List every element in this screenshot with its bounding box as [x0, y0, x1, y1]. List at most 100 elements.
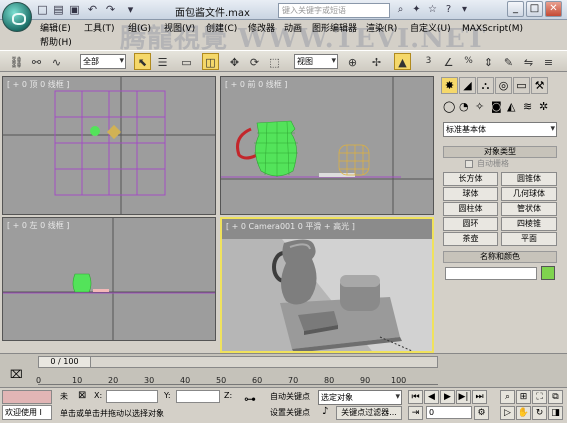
pivot-center-icon[interactable]: ⊕	[344, 53, 361, 70]
pan-icon[interactable]: ✋	[516, 406, 531, 420]
zoom-extents-all-icon[interactable]: ⧉	[548, 390, 563, 404]
welcome-field[interactable]: 欢迎使用 I	[2, 405, 52, 420]
torus-button[interactable]: 圆环	[443, 217, 498, 231]
maximize-button[interactable]: □	[526, 1, 543, 17]
unlink-icon[interactable]: ⚯	[28, 53, 45, 70]
help-icon[interactable]: ?	[442, 3, 455, 16]
key-mode-toggle-icon[interactable]: ⇥	[408, 406, 423, 420]
menu-edit[interactable]: 编辑(E)	[40, 22, 71, 36]
key-icon[interactable]: ⊶	[244, 392, 256, 406]
space-warps-icon[interactable]: ≋	[523, 100, 532, 113]
menu-graph-editors[interactable]: 图形编辑器	[312, 22, 357, 36]
menu-create[interactable]: 创建(C)	[206, 22, 237, 36]
auto-key-button[interactable]: 自动关键点	[270, 390, 316, 404]
next-frame-icon[interactable]: ▶|	[456, 390, 471, 404]
menu-maxscript[interactable]: MAXScript(M)	[462, 22, 523, 36]
helpers-icon[interactable]: ◭	[507, 100, 515, 113]
select-object-icon[interactable]: ⬉	[134, 53, 151, 70]
create-tab-icon[interactable]: ✸	[441, 77, 458, 94]
menu-animation[interactable]: 动画	[284, 22, 302, 36]
play-icon[interactable]: ▶	[440, 390, 455, 404]
mini-curve-editor-icon[interactable]: ⌧	[10, 368, 23, 381]
time-slider[interactable]: 0 / 100	[38, 356, 438, 368]
primitive-category-dropdown[interactable]: 标准基本体	[443, 122, 557, 137]
pyramid-button[interactable]: 四棱锥	[501, 217, 557, 231]
minimize-button[interactable]: _	[507, 1, 524, 17]
key-filters-button[interactable]: 关键点过滤器...	[336, 406, 402, 420]
shapes-icon[interactable]: ◔	[459, 100, 469, 113]
menu-views[interactable]: 视图(V)	[164, 22, 195, 36]
rectangular-selection-icon[interactable]: ▭	[178, 53, 195, 70]
hierarchy-tab-icon[interactable]: ⛬	[477, 77, 494, 94]
viewport-left[interactable]: [ + 0 左 0 线框 ]	[2, 217, 216, 341]
time-configuration-icon[interactable]: ⚙	[474, 406, 489, 420]
search-icon[interactable]: ⌕	[394, 3, 407, 16]
cone-button[interactable]: 圆锥体	[501, 172, 557, 186]
plane-button[interactable]: 平面	[501, 232, 557, 246]
undo-icon[interactable]: ↶	[86, 3, 99, 16]
star-icon[interactable]: ☆	[426, 3, 439, 16]
select-manipulate-icon[interactable]: ✢	[368, 53, 385, 70]
select-by-name-icon[interactable]: ☰	[154, 53, 171, 70]
selection-filter-dropdown[interactable]: 全部	[80, 54, 126, 69]
select-link-icon[interactable]: ⛓	[8, 53, 25, 70]
previous-frame-icon[interactable]: ◀	[424, 390, 439, 404]
set-key-icon[interactable]: ♪	[322, 406, 328, 417]
viewport-top[interactable]: [ + 0 顶 0 线框 ]	[2, 76, 216, 215]
angle-snap-icon[interactable]: ∠	[440, 53, 457, 70]
zoom-icon[interactable]: ⌕	[500, 390, 515, 404]
utilities-tab-icon[interactable]: ⚒	[531, 77, 548, 94]
modify-tab-icon[interactable]: ◢	[459, 77, 476, 94]
box-button[interactable]: 长方体	[443, 172, 498, 186]
tube-button[interactable]: 管状体	[501, 202, 557, 216]
redo-icon[interactable]: ↷	[104, 3, 117, 16]
menu-customize[interactable]: 自定义(U)	[410, 22, 451, 36]
spinner-snap-icon[interactable]: ⇕	[480, 53, 497, 70]
time-slider-thumb[interactable]: 0 / 100	[39, 357, 91, 367]
keyboard-shortcut-override-icon[interactable]: ▲	[394, 53, 411, 70]
go-to-end-icon[interactable]: ⏭	[472, 390, 487, 404]
object-color-swatch[interactable]	[541, 266, 555, 280]
new-file-icon[interactable]: □	[36, 3, 49, 16]
object-type-rollout-header[interactable]: 对象类型	[443, 146, 557, 158]
mirror-icon[interactable]: ⇋	[520, 53, 537, 70]
autogrid-checkbox[interactable]	[465, 160, 473, 168]
y-coordinate-input[interactable]	[176, 390, 220, 403]
sphere-button[interactable]: 球体	[443, 187, 498, 201]
menu-rendering[interactable]: 渲染(R)	[366, 22, 397, 36]
select-move-icon[interactable]: ✥	[226, 53, 243, 70]
teapot-button[interactable]: 茶壶	[443, 232, 498, 246]
maxscript-listener-mini[interactable]	[2, 390, 52, 404]
name-color-rollout-header[interactable]: 名称和颜色	[443, 251, 557, 263]
open-file-icon[interactable]: ▤	[52, 3, 65, 16]
lights-icon[interactable]: ✧	[475, 100, 484, 113]
app-logo-icon[interactable]	[2, 2, 32, 32]
viewport-front[interactable]: [ + 0 前 0 线框 ]	[220, 76, 434, 215]
field-of-view-icon[interactable]: ▷	[500, 406, 515, 420]
menu-help[interactable]: 帮助(H)	[40, 36, 72, 50]
community-icon[interactable]: ✦	[410, 3, 423, 16]
reference-coord-dropdown[interactable]: 视图	[294, 54, 338, 69]
maximize-viewport-icon[interactable]: ◨	[548, 406, 563, 420]
save-file-icon[interactable]: ▣	[68, 3, 81, 16]
quick-access-dropdown-icon[interactable]: ▾	[124, 3, 137, 16]
motion-tab-icon[interactable]: ◎	[495, 77, 512, 94]
menu-tools[interactable]: 工具(T)	[84, 22, 115, 36]
object-name-input[interactable]	[445, 267, 537, 280]
cameras-icon[interactable]: ◙	[491, 100, 502, 113]
named-selection-icon[interactable]: ✎	[500, 53, 517, 70]
zoom-all-icon[interactable]: ⊞	[516, 390, 531, 404]
set-key-button[interactable]: 设置关键点	[270, 406, 316, 420]
systems-icon[interactable]: ✲	[539, 100, 548, 113]
orbit-icon[interactable]: ↻	[532, 406, 547, 420]
window-crossing-icon[interactable]: ◫	[202, 53, 219, 70]
help-dropdown-icon[interactable]: ▾	[458, 3, 471, 16]
geosphere-button[interactable]: 几何球体	[501, 187, 557, 201]
x-coordinate-input[interactable]	[106, 390, 158, 403]
search-input[interactable]: 键入关键字或短语	[278, 3, 390, 18]
go-to-start-icon[interactable]: ⏮	[408, 390, 423, 404]
menu-modifiers[interactable]: 修改器	[248, 22, 275, 36]
select-rotate-icon[interactable]: ⟳	[246, 53, 263, 70]
menu-group[interactable]: 组(G)	[128, 22, 151, 36]
percent-snap-icon[interactable]: %	[460, 53, 477, 70]
